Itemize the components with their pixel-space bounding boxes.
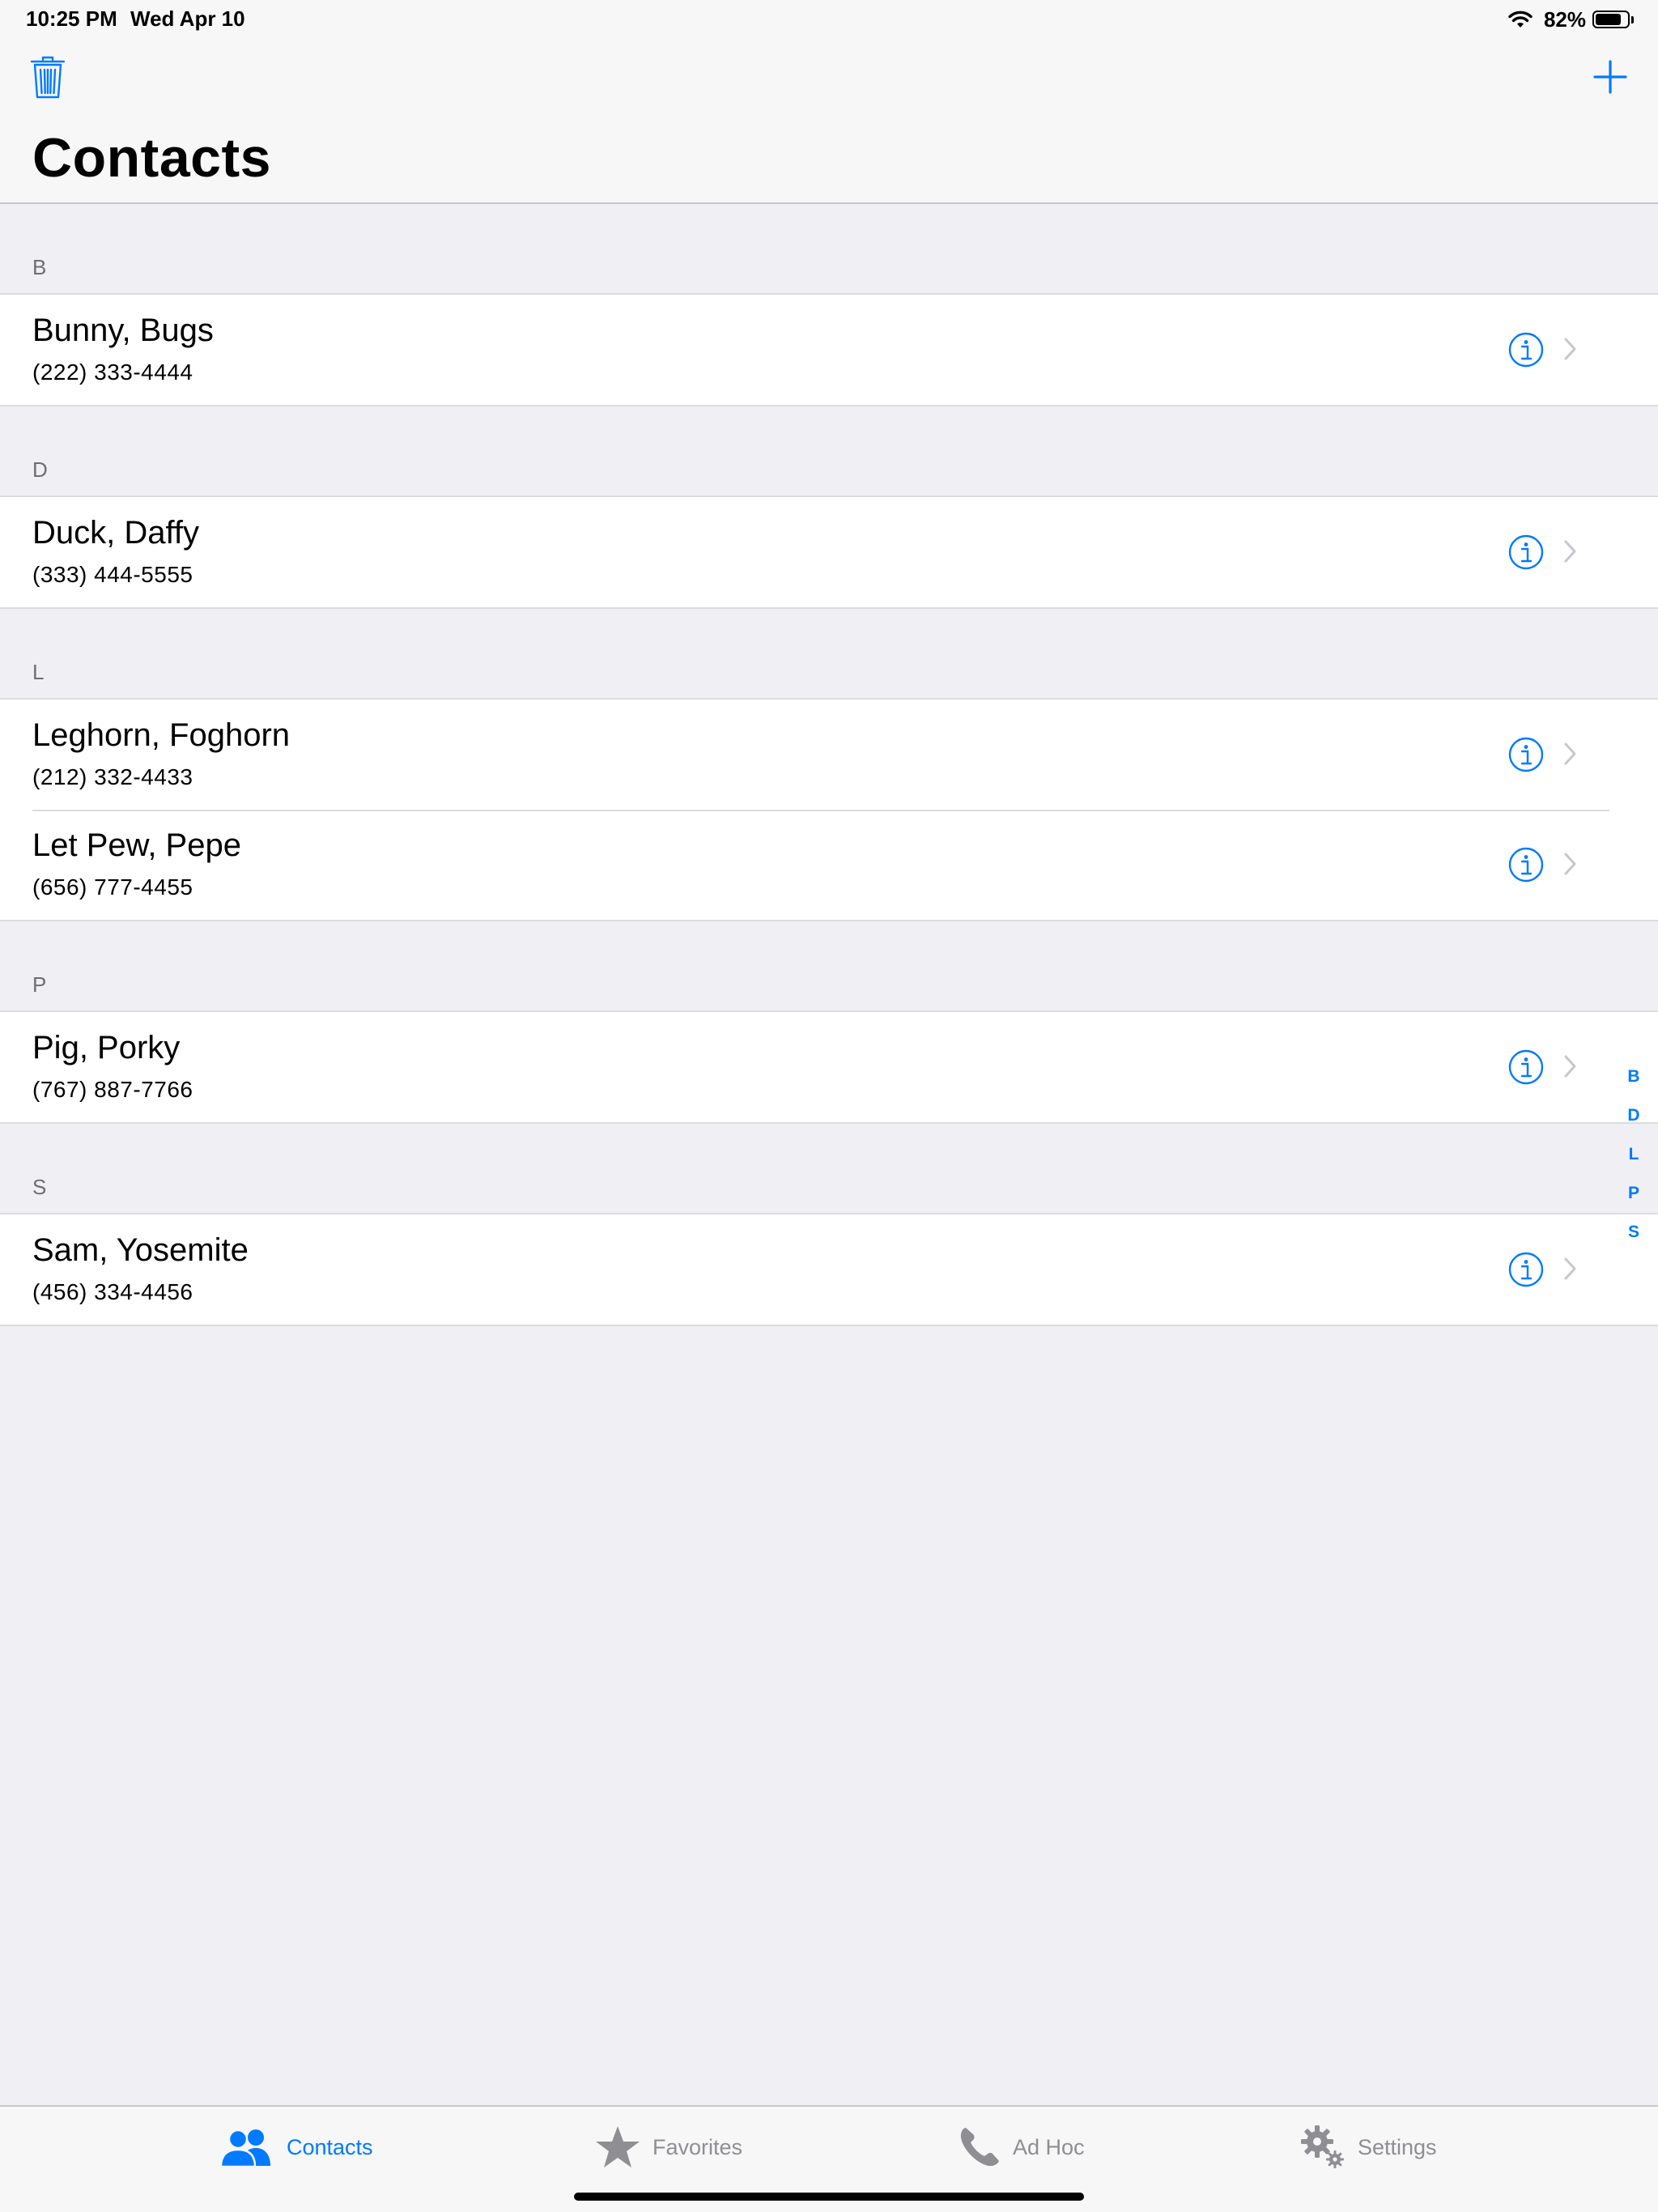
home-indicator[interactable] <box>574 2193 1084 2201</box>
contacts-list[interactable]: B Bunny, Bugs (222) 333-4444 D Duck, Daffy (3… <box>0 204 1658 1326</box>
section-group: Bunny, Bugs (222) 333-4444 <box>0 293 1658 406</box>
index-letter[interactable]: D <box>1623 1104 1644 1143</box>
contact-row[interactable]: Duck, Daffy (333) 444-5555 <box>0 497 1658 607</box>
section-header: S <box>0 1124 1658 1213</box>
contact-phone: (656) 777-4455 <box>32 874 193 900</box>
section-header: D <box>0 406 1658 496</box>
info-icon[interactable] <box>1508 847 1544 883</box>
section-letter: L <box>32 660 45 684</box>
chevron-right-icon <box>1564 853 1576 875</box>
section-group: Sam, Yosemite (456) 334-4456 <box>0 1213 1658 1326</box>
section-header: P <box>0 921 1658 1010</box>
contact-phone: (222) 333-4444 <box>32 359 193 385</box>
tab-label: Settings <box>1358 2134 1437 2159</box>
index-letter[interactable]: B <box>1623 1066 1644 1104</box>
index-letter[interactable]: P <box>1623 1182 1644 1221</box>
contact-name: Duck, Daffy <box>32 515 199 551</box>
section-index[interactable]: BDLPS <box>1623 1066 1644 1260</box>
battery-icon <box>1592 11 1630 28</box>
contact-phone: (212) 332-4433 <box>32 764 193 789</box>
contact-name: Let Pew, Pepe <box>32 827 241 863</box>
chevron-right-icon <box>1564 742 1576 765</box>
chevron-right-icon <box>1564 1257 1576 1280</box>
tab-contacts[interactable]: Contacts <box>219 2123 373 2172</box>
tab-ad-hoc[interactable]: Ad Hoc <box>958 2123 1085 2172</box>
status-time: 10:25 PM <box>26 6 117 31</box>
chevron-right-icon <box>1564 540 1576 563</box>
contact-name: Bunny, Bugs <box>32 313 214 348</box>
contact-row[interactable]: Leghorn, Foghorn (212) 332-4433 <box>0 700 1658 810</box>
tab-bar: Contacts Favorites Ad Hoc Settings <box>0 2105 1658 2212</box>
star-icon <box>596 2126 640 2167</box>
trash-icon <box>30 56 66 99</box>
contact-row[interactable]: Sam, Yosemite (456) 334-4456 <box>0 1214 1658 1325</box>
contact-row[interactable]: Let Pew, Pepe (656) 777-4455 <box>0 810 1658 920</box>
tab-label: Contacts <box>287 2134 373 2159</box>
status-bar: 10:25 PM Wed Apr 10 82% <box>0 0 1658 39</box>
battery-tip <box>1631 15 1634 23</box>
contact-row[interactable]: Bunny, Bugs (222) 333-4444 <box>0 295 1658 405</box>
contact-name: Sam, Yosemite <box>32 1232 249 1268</box>
plus-icon <box>1593 60 1627 94</box>
status-date: Wed Apr 10 <box>130 6 245 31</box>
chevron-right-icon <box>1564 338 1576 360</box>
section-header: L <box>0 609 1658 698</box>
phone-icon <box>960 2128 999 2167</box>
index-letter[interactable]: S <box>1623 1221 1644 1260</box>
status-indicators: 82% <box>1508 5 1634 34</box>
contacts-icon <box>219 2129 270 2167</box>
section-letter: P <box>32 972 47 997</box>
section-group: Pig, Porky (767) 887-7766 <box>0 1010 1658 1124</box>
page-title: Contacts <box>32 127 271 189</box>
info-icon[interactable] <box>1508 1049 1544 1085</box>
section-letter: S <box>32 1175 47 1199</box>
info-icon[interactable] <box>1508 1252 1544 1287</box>
tab-label: Favorites <box>653 2134 743 2159</box>
info-icon[interactable] <box>1508 737 1544 772</box>
battery-level <box>1596 14 1622 25</box>
info-icon[interactable] <box>1508 534 1544 570</box>
contact-phone: (767) 887-7766 <box>32 1077 193 1102</box>
contact-name: Pig, Porky <box>32 1030 181 1066</box>
tab-settings[interactable]: Settings <box>1299 2123 1437 2172</box>
section-group: Duck, Daffy (333) 444-5555 <box>0 496 1658 609</box>
wifi-icon <box>1508 11 1533 28</box>
info-icon[interactable] <box>1508 332 1544 368</box>
chevron-right-icon <box>1564 1055 1576 1078</box>
battery-percentage: 82% <box>1543 6 1586 32</box>
section-letter: D <box>32 457 48 482</box>
section-group: Leghorn, Foghorn (212) 332-4433 Let Pew, P… <box>0 698 1658 921</box>
contact-name: Leghorn, Foghorn <box>32 717 291 753</box>
contact-row[interactable]: Pig, Porky (767) 887-7766 <box>0 1012 1658 1122</box>
section-letter: B <box>32 255 47 279</box>
tab-favorites[interactable]: Favorites <box>594 2123 742 2172</box>
contact-phone: (456) 334-4456 <box>32 1279 193 1304</box>
gear-icon <box>1301 2125 1344 2168</box>
tab-label: Ad Hoc <box>1013 2134 1085 2159</box>
contact-phone: (333) 444-5555 <box>32 562 193 587</box>
add-contact-button[interactable] <box>1592 58 1629 96</box>
section-header: B <box>0 204 1658 293</box>
delete-button[interactable] <box>29 55 66 100</box>
index-letter[interactable]: L <box>1623 1143 1644 1182</box>
